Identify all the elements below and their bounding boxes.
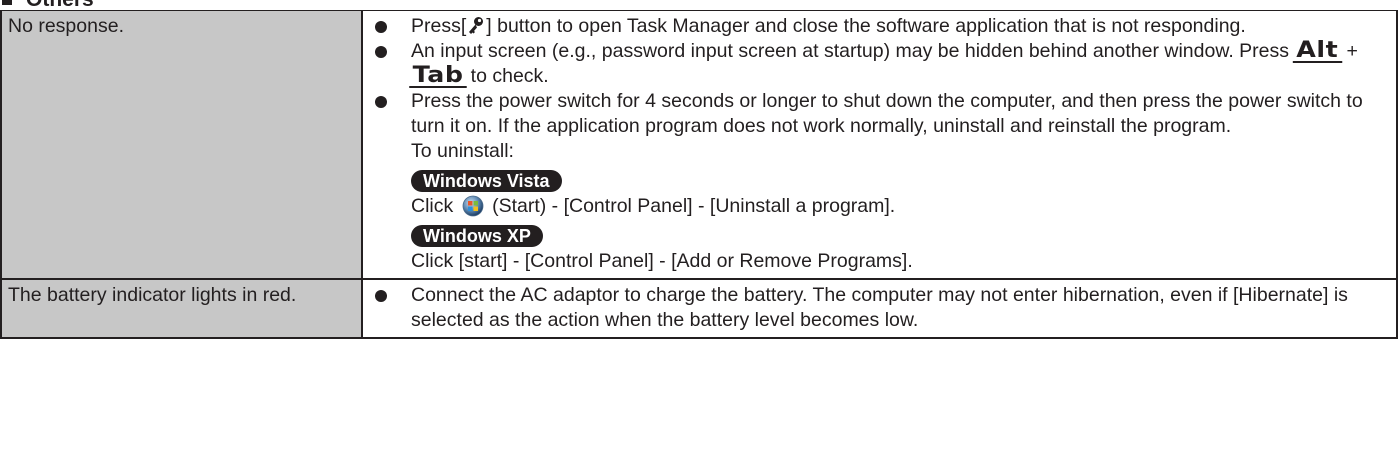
solution-cell: Connect the AC adaptor to charge the bat… [361,278,1398,339]
list-item: Connect the AC adaptor to charge the bat… [373,283,1390,333]
xp-instruction: Click [start] - [Control Panel] - [Add o… [411,250,913,272]
table-row: The battery indicator lights in red. Con… [0,278,1398,339]
problem-cell: The battery indicator lights in red. [0,278,363,339]
section-bullet-icon [2,0,12,5]
solution-list: Connect the AC adaptor to charge the bat… [373,283,1390,333]
list-item: Press[ ] button to open Task Manager and … [373,14,1390,39]
problem-cell: No response. [0,10,363,280]
vista-instruction: Click (Start) - [Control Panel] - [Unins… [411,194,1390,219]
section-header: Others [2,0,94,10]
solution-text: ] button to open Task Manager and close … [486,15,1246,37]
problem-text: The battery indicator lights in red. [8,284,297,306]
troubleshooting-table: No response. Press[ ] button to open Task… [0,10,1398,339]
vista-click-label: Click [411,195,459,217]
problem-text: No response. [8,15,124,37]
solution-list: Press[ ] button to open Task Manager and … [373,14,1390,274]
solution-text: Press the power switch for 4 seconds or … [411,90,1363,137]
vista-path: (Start) - [Control Panel] - [Uninstall a… [486,195,896,217]
uninstall-label: To uninstall: [411,140,514,162]
windows-xp-badge: Windows XP [411,225,543,247]
bullet-icon [375,290,387,302]
solution-text: An input screen (e.g., password input sc… [411,40,1295,62]
solution-text: Press[ [411,15,467,37]
wrench-key-icon [469,17,484,34]
list-item: An input screen (e.g., password input sc… [373,39,1390,89]
solution-cell: Press[ ] button to open Task Manager and … [361,10,1398,280]
bullet-icon [375,96,387,108]
tab-key: Tab [409,65,468,88]
solution-text: to check. [465,65,549,87]
alt-key: Alt [1293,40,1343,63]
bullet-icon [375,46,387,58]
plus-sign: + [1341,40,1358,62]
list-item: Press the power switch for 4 seconds or … [373,89,1390,274]
bullet-icon [375,21,387,33]
solution-text: Connect the AC adaptor to charge the bat… [411,284,1348,331]
windows-vista-badge: Windows Vista [411,170,562,192]
windows-start-orb-icon [462,195,484,217]
table-row: No response. Press[ ] button to open Task… [0,10,1398,280]
